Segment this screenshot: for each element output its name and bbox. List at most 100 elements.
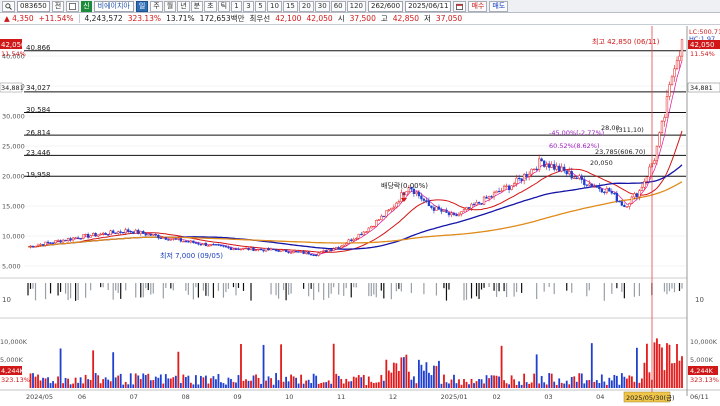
candle-body-55 xyxy=(164,237,167,240)
oscillator-bar-141 xyxy=(380,283,382,291)
volume-bar-3 xyxy=(34,376,37,388)
oscillator-bar-148 xyxy=(398,283,400,289)
candle-body-158 xyxy=(422,198,426,201)
period-button-0[interactable]: 주 xyxy=(150,0,163,12)
volume-bar-19 xyxy=(74,377,77,388)
volume-bar-185 xyxy=(490,375,493,388)
period-button-2[interactable]: 년 xyxy=(177,0,190,12)
candle-body-133 xyxy=(360,233,363,236)
volume-bar-207 xyxy=(545,384,548,388)
volume-bar-22 xyxy=(82,383,85,388)
oscillator-bar-149 xyxy=(400,283,402,292)
moving-average-5 xyxy=(27,60,683,255)
x-label-1: 06 xyxy=(78,393,86,401)
candle-body-8 xyxy=(46,241,50,244)
oscillator-bar-177 xyxy=(470,283,473,299)
candle-body-24 xyxy=(86,233,90,238)
volume-bar-137 xyxy=(370,381,373,388)
candle-body-229 xyxy=(600,188,603,193)
volume-bar-214 xyxy=(563,383,566,388)
date-input[interactable]: 2025/06/11 xyxy=(405,0,452,12)
oscillator-bar-237 xyxy=(621,283,623,292)
period-button-day[interactable]: 일 xyxy=(135,0,149,12)
candle-body-52 xyxy=(157,234,160,239)
search-icon[interactable] xyxy=(2,0,15,12)
candle-body-248 xyxy=(648,166,651,178)
period-button-5[interactable]: 틱 xyxy=(217,0,231,12)
oscillator-bar-118 xyxy=(323,283,325,300)
candle-body-98 xyxy=(272,248,275,251)
period-button-14[interactable]: 120 xyxy=(346,0,366,12)
candle-body-136 xyxy=(367,227,370,233)
volume-bar-21 xyxy=(79,377,82,388)
candle-body-247 xyxy=(645,176,649,182)
candle-body-180 xyxy=(477,202,481,204)
candle-body-167 xyxy=(445,209,448,213)
period-button-12[interactable]: 30 xyxy=(314,0,330,12)
period-button-10[interactable]: 15 xyxy=(282,0,298,12)
period-button-13[interactable]: 60 xyxy=(330,0,346,12)
period-button-11[interactable]: 20 xyxy=(298,0,314,12)
stock-code-dropdown[interactable]: 전 xyxy=(51,0,65,12)
calendar-icon[interactable] xyxy=(453,0,467,12)
candle-body-15 xyxy=(64,239,67,242)
candle-body-200 xyxy=(527,173,531,177)
candle-body-65 xyxy=(189,240,193,243)
period-button-8[interactable]: 5 xyxy=(255,0,267,12)
volume-bar-67 xyxy=(194,375,197,388)
x-label-0: 2024/05 xyxy=(26,393,53,401)
oscillator-bar-217 xyxy=(571,283,573,293)
checkbox-icon[interactable] xyxy=(66,0,80,12)
oscillator-bar-0 xyxy=(27,283,29,296)
candle-body-18 xyxy=(71,237,75,241)
price-tick-left-5: 15,000 xyxy=(2,203,25,211)
candle-body-235 xyxy=(615,192,619,202)
oscillator-bar-82 xyxy=(232,283,235,288)
high-annotation: 최고 42,850 (06/11) xyxy=(592,37,660,46)
oscillator-bar-20 xyxy=(77,283,79,300)
sell-button[interactable]: 매도 xyxy=(489,0,509,12)
candle-body-178 xyxy=(472,203,476,206)
candle-body-165 xyxy=(440,209,443,212)
period-button-1[interactable]: 월 xyxy=(163,0,177,12)
oscillator-bar-103 xyxy=(285,283,287,301)
volume-bar-51 xyxy=(154,376,157,388)
stock-name[interactable]: 비에이치아 xyxy=(93,0,134,12)
volume-bar-150 xyxy=(402,357,405,388)
period-button-7[interactable]: 3 xyxy=(243,0,255,12)
candle-body-116 xyxy=(317,252,320,256)
candle-body-51 xyxy=(154,234,157,236)
oscillator-bar-261 xyxy=(681,283,683,289)
candle-body-216 xyxy=(568,171,571,175)
candle-body-211 xyxy=(555,165,558,170)
count-input[interactable]: 262/600 xyxy=(368,0,404,12)
stock-code-input[interactable]: 083650 xyxy=(17,0,50,12)
volume-bar-242 xyxy=(633,381,636,388)
candle-body-115 xyxy=(315,254,318,257)
stock-chart[interactable]: 40,00040,00035,00035,00030,00030,00025,0… xyxy=(0,26,720,404)
candle-body-86 xyxy=(242,247,245,250)
oscillator-bar-104 xyxy=(287,283,290,295)
candle-body-120 xyxy=(327,249,330,253)
volume-bar-93 xyxy=(260,383,262,388)
candle-body-117 xyxy=(320,251,323,254)
candle-body-125 xyxy=(340,245,343,249)
period-button-6[interactable]: 1 xyxy=(231,0,243,12)
volume-bar-174 xyxy=(463,379,465,388)
volume-bar-143 xyxy=(385,359,388,388)
period-button-4[interactable]: 초 xyxy=(204,0,217,12)
candle-body-250 xyxy=(653,160,656,164)
volume-bar-128 xyxy=(347,381,350,388)
volume-bar-124 xyxy=(337,375,340,388)
period-button-9[interactable]: 10 xyxy=(267,0,282,12)
volume-bar-62 xyxy=(182,374,185,388)
volume-bar-116 xyxy=(317,383,320,388)
candle-body-192 xyxy=(507,185,511,190)
candle-body-225 xyxy=(590,183,593,188)
candle-body-107 xyxy=(294,250,298,253)
buy-button[interactable]: 매수 xyxy=(468,0,488,12)
volume-bar-162 xyxy=(433,365,435,388)
period-button-3[interactable]: 분 xyxy=(190,0,204,12)
oscillator-bar-116 xyxy=(318,283,320,293)
candle-body-81 xyxy=(229,247,233,250)
